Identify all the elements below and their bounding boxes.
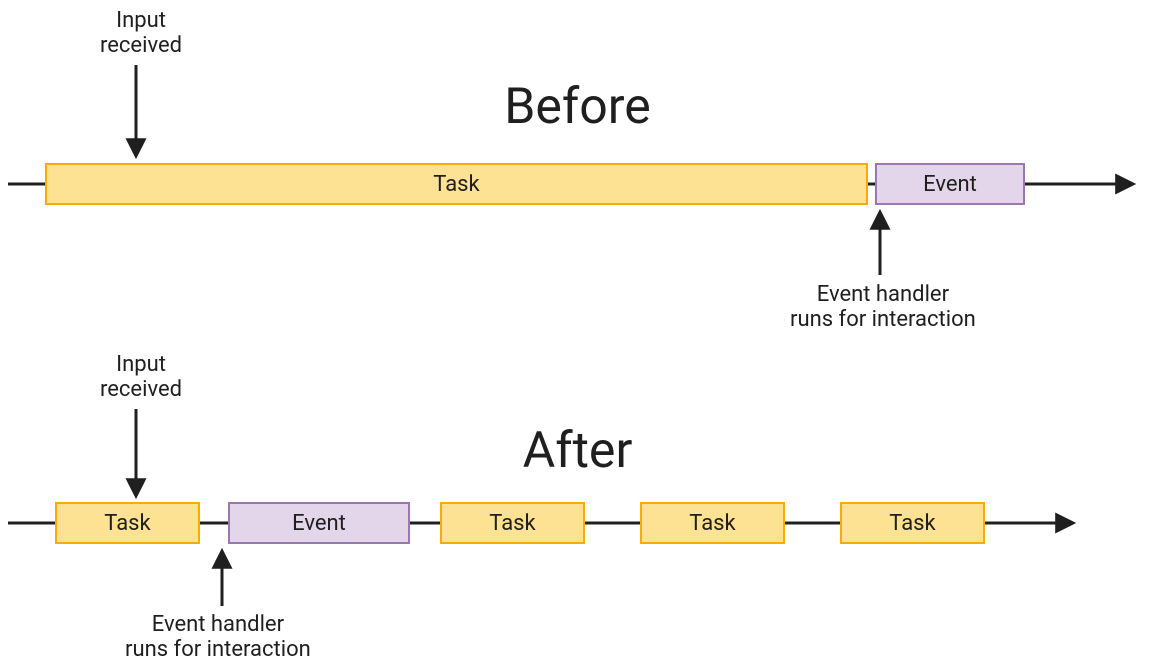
- after-task-box-2: Task: [440, 502, 585, 544]
- before-event-annot-l2: runs for interaction: [790, 307, 976, 332]
- after-title: After: [0, 422, 1155, 480]
- after-event-annot-l1: Event handler: [152, 612, 284, 637]
- after-task-box-4: Task: [840, 502, 985, 544]
- after-input-annot-l2: received: [100, 377, 182, 402]
- before-title: Before: [0, 78, 1155, 136]
- diagram-root: Before Input received Task Event Event h…: [0, 0, 1155, 647]
- before-event-annot: Event handler runs for interaction: [790, 282, 976, 333]
- before-event-annot-l1: Event handler: [817, 282, 949, 307]
- before-input-annot-l2: received: [100, 33, 182, 58]
- before-event-box: Event: [875, 163, 1025, 205]
- after-event-annot: Event handler runs for interaction: [125, 612, 311, 663]
- after-event-box: Event: [228, 502, 410, 544]
- before-input-annot: Input received: [100, 8, 182, 59]
- before-task-box: Task: [45, 163, 868, 205]
- before-input-annot-l1: Input: [116, 8, 166, 33]
- after-task-box-3: Task: [640, 502, 785, 544]
- after-event-annot-l2: runs for interaction: [125, 637, 311, 662]
- after-input-annot-l1: Input: [116, 352, 166, 377]
- after-input-annot: Input received: [100, 352, 182, 403]
- after-task-box-1: Task: [55, 502, 200, 544]
